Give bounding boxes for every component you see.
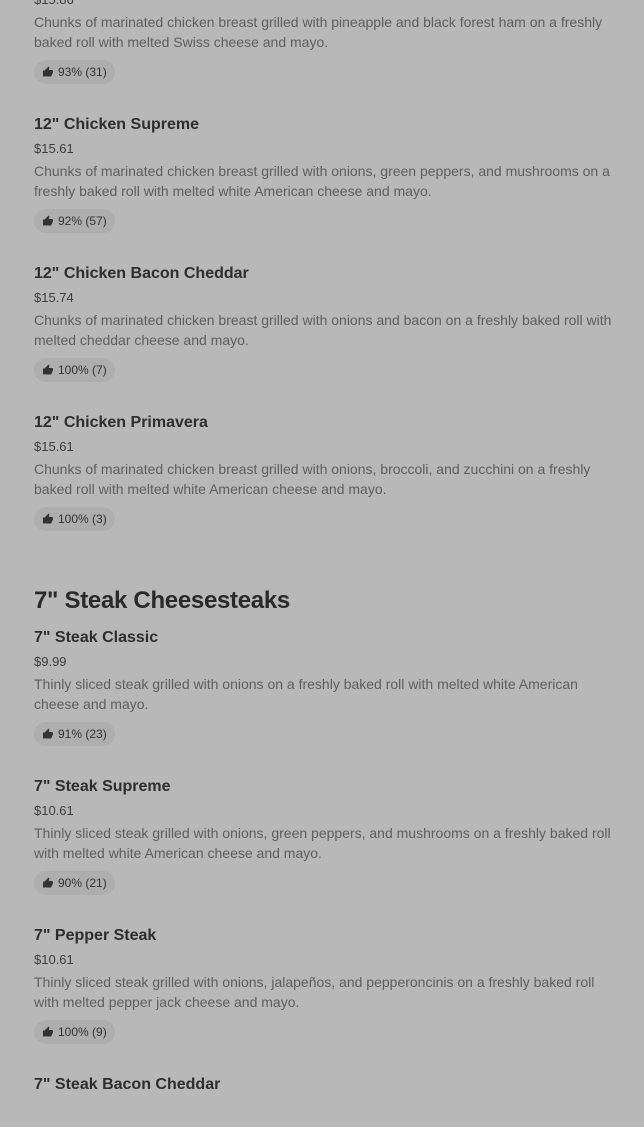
item-title: 7" Pepper Steak [34,927,157,944]
item-price: $10.61 [34,952,74,967]
menu-item[interactable]: 12" Chicken Bacon Cheddar $15.74 Chunks … [34,264,614,382]
item-price: $15.61 [34,439,74,454]
thumbs-up-icon [42,513,54,525]
item-price: $10.61 [34,803,74,818]
item-description: Chunks of marinated chicken breast grill… [34,163,610,199]
thumbs-up-icon [42,215,54,227]
item-price: $15.74 [34,290,74,305]
thumbs-up-icon [42,1026,54,1038]
rating-text: 90% (21) [58,876,107,890]
rating-badge: 100% (7) [34,358,115,382]
rating-text: 100% (7) [58,363,107,377]
item-title: 12" Chicken Primavera [34,414,208,431]
rating-text: 100% (3) [58,512,107,526]
item-description: Thinly sliced steak grilled with onions,… [34,974,595,1010]
item-description: Thinly sliced steak grilled with onions,… [34,825,611,861]
menu-item[interactable]: 12" Chicken Primavera $15.61 Chunks of m… [34,413,614,531]
menu-item-partial[interactable]: $15.86 Chunks of marinated chicken breas… [34,0,614,84]
item-price: $15.61 [34,141,74,156]
item-price: $9.99 [34,654,67,669]
rating-badge: 92% (57) [34,209,115,233]
thumbs-up-icon [42,66,54,78]
thumbs-up-icon [42,728,54,740]
menu-item[interactable]: 12" Chicken Supreme $15.61 Chunks of mar… [34,115,614,233]
thumbs-up-icon [42,364,54,376]
item-title: 12" Chicken Bacon Cheddar [34,265,249,282]
menu-item[interactable]: 7" Pepper Steak $10.61 Thinly sliced ste… [34,926,614,1044]
rating-text: 93% (31) [58,65,107,79]
item-title: 7" Steak Classic [34,629,159,646]
rating-badge: 90% (21) [34,871,115,895]
rating-text: 100% (9) [58,1025,107,1039]
menu-item[interactable]: 7" Steak Classic $9.99 Thinly sliced ste… [34,628,614,746]
rating-badge: 93% (31) [34,60,115,84]
rating-badge: 100% (3) [34,507,115,531]
item-title: 12" Chicken Supreme [34,116,199,133]
rating-text: 92% (57) [58,214,107,228]
item-description: Chunks of marinated chicken breast grill… [34,14,603,50]
menu-item[interactable]: 7" Steak Supreme $10.61 Thinly sliced st… [34,777,614,895]
item-title: 7" Steak Bacon Cheddar [34,1076,221,1093]
item-description: Thinly sliced steak grilled with onions … [34,676,578,712]
section-title: 7" Steak Cheesesteaks [34,587,290,614]
item-description: Chunks of marinated chicken breast grill… [34,312,612,348]
rating-text: 91% (23) [58,727,107,741]
item-title: 7" Steak Supreme [34,778,171,795]
item-price: $15.86 [34,0,614,8]
menu-item[interactable]: 7" Steak Bacon Cheddar [34,1075,614,1095]
thumbs-up-icon [42,877,54,889]
rating-badge: 100% (9) [34,1020,115,1044]
rating-badge: 91% (23) [34,722,115,746]
item-description: Chunks of marinated chicken breast grill… [34,461,591,497]
menu-list: $15.86 Chunks of marinated chicken breas… [34,0,614,1095]
